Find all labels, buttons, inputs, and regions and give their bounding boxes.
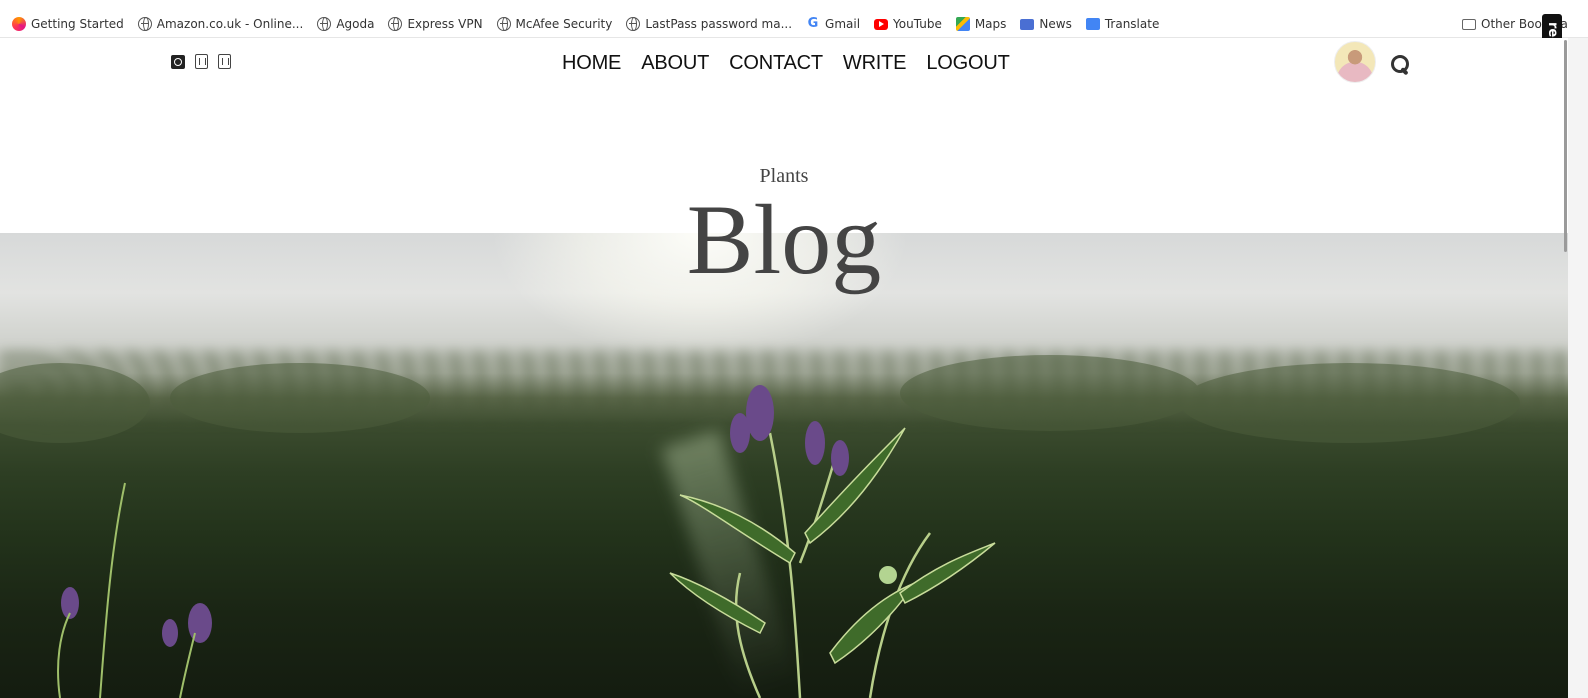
nav-home-link[interactable]: HOME: [562, 52, 621, 75]
bookmark-lastpass[interactable]: LastPass password ma...: [626, 17, 792, 31]
bookmark-label: McAfee Security: [515, 17, 613, 31]
site-header: HOME ABOUT CONTACT WRITE LOGOUT: [0, 38, 1588, 88]
bookmark-maps[interactable]: Maps: [955, 17, 1007, 31]
bookmark-translate[interactable]: Translate: [1085, 17, 1160, 31]
nav-contact-link[interactable]: CONTACT: [729, 52, 823, 75]
social-icons: [171, 54, 231, 69]
bookmark-label: LastPass password ma...: [645, 17, 793, 31]
firefox-icon: [12, 17, 26, 31]
avatar[interactable]: [1334, 41, 1376, 83]
nav-about-link[interactable]: ABOUT: [641, 52, 709, 75]
globe-icon: [626, 17, 641, 31]
blog-header: Plants Blog: [0, 165, 1568, 290]
youtube-icon: [874, 18, 889, 30]
bookmarks-bar: Getting Started Amazon.co.uk - Online...…: [0, 0, 1588, 52]
globe-icon: [317, 17, 332, 31]
social-icon[interactable]: [218, 54, 231, 69]
nav-logout-link[interactable]: LOGOUT: [926, 52, 1009, 75]
google-icon: G: [807, 16, 819, 31]
bookmark-label: Gmail: [825, 17, 861, 31]
nav-write-link[interactable]: WRITE: [843, 52, 907, 75]
bookmark-agoda[interactable]: Agoda: [317, 17, 374, 31]
bookmark-label: News: [1039, 17, 1072, 31]
bookmark-mcafee[interactable]: McAfee Security: [496, 17, 613, 31]
search-icon[interactable]: [1390, 54, 1410, 74]
header-title: Blog: [686, 184, 882, 295]
globe-icon: [388, 17, 403, 31]
hero-image: [0, 233, 1568, 698]
bookmark-amazon[interactable]: Amazon.co.uk - Online...: [137, 17, 304, 31]
bookmark-youtube[interactable]: YouTube: [874, 17, 942, 31]
bookmark-label: YouTube: [893, 17, 942, 31]
scrollbar-track[interactable]: [1568, 38, 1588, 698]
bookmark-news[interactable]: News: [1020, 17, 1072, 31]
maps-icon: [955, 17, 970, 31]
bookmark-label: Getting Started: [31, 17, 124, 31]
plant-illustration: [0, 355, 1520, 698]
instagram-icon[interactable]: [171, 54, 185, 69]
bookmark-label: Translate: [1104, 17, 1160, 31]
bookmark-getting-started[interactable]: Getting Started: [12, 17, 124, 31]
main-nav: HOME ABOUT CONTACT WRITE LOGOUT: [562, 52, 1010, 75]
bookmarks-list: Getting Started Amazon.co.uk - Online...…: [12, 17, 1159, 31]
bookmark-label: Express VPN: [407, 17, 483, 31]
social-icon[interactable]: [195, 54, 208, 69]
bookmark-label: Maps: [974, 17, 1007, 31]
globe-icon: [137, 17, 152, 31]
bookmark-gmail[interactable]: G Gmail: [806, 16, 861, 32]
bookmark-label: Agoda: [336, 17, 375, 31]
globe-icon: [496, 17, 511, 31]
bookmark-label: Amazon.co.uk - Online...: [156, 17, 304, 31]
translate-icon: [1085, 18, 1100, 30]
folder-icon: [1462, 18, 1476, 30]
bookmark-express-vpn[interactable]: Express VPN: [388, 17, 483, 31]
news-icon: [1020, 18, 1035, 30]
